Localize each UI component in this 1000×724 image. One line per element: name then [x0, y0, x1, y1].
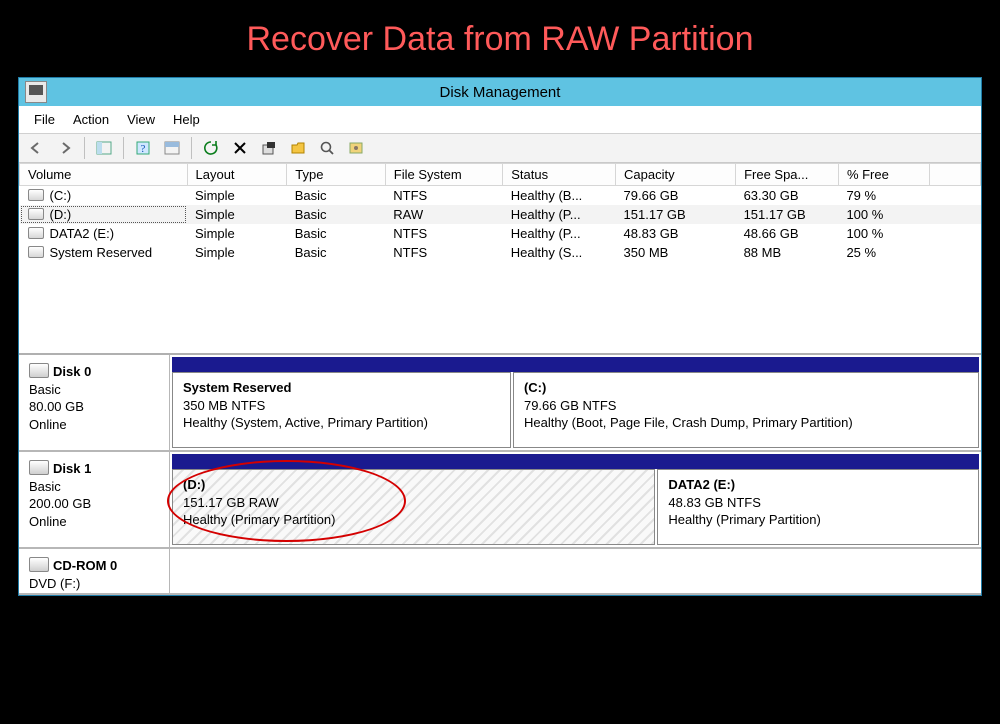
volume-row[interactable]: (C:)SimpleBasicNTFSHealthy (B...79.66 GB… [20, 186, 981, 206]
disk-partitions: System Reserved350 MB NTFSHealthy (Syste… [170, 355, 981, 450]
drive-icon [28, 189, 44, 201]
toolbar: ? [19, 134, 981, 163]
menu-view[interactable]: View [118, 109, 164, 130]
column-header[interactable]: Status [503, 164, 616, 186]
separator [84, 137, 85, 159]
highlight-annotation [167, 460, 406, 542]
volume-row[interactable]: (D:)SimpleBasicRAWHealthy (P...151.17 GB… [20, 205, 981, 224]
refresh-button[interactable] [198, 136, 224, 160]
column-header[interactable]: Layout [187, 164, 287, 186]
help-button[interactable]: ? [130, 136, 156, 160]
disk-management-window: Disk Management File Action View Help ? … [18, 77, 982, 596]
allocation-bar [172, 357, 979, 372]
disk-map-pane[interactable]: Disk 0Basic80.00 GBOnlineSystem Reserved… [19, 355, 981, 595]
column-header[interactable]: Free Spa... [736, 164, 839, 186]
allocation-bar [172, 454, 979, 469]
drive-icon [28, 208, 44, 220]
back-button[interactable] [23, 136, 49, 160]
column-header[interactable]: File System [385, 164, 502, 186]
page-heading: Recover Data from RAW Partition [0, 0, 1000, 77]
disk-header[interactable]: CD-ROM 0DVD (F:) [19, 549, 170, 593]
partition[interactable]: DATA2 (E:)48.83 GB NTFSHealthy (Primary … [657, 469, 979, 545]
partition[interactable]: (D:)151.17 GB RAWHealthy (Primary Partit… [172, 469, 655, 545]
volume-row[interactable]: DATA2 (E:)SimpleBasicNTFSHealthy (P...48… [20, 224, 981, 243]
column-header[interactable]: Volume [20, 164, 188, 186]
search-button[interactable] [314, 136, 340, 160]
menu-bar: File Action View Help [19, 106, 981, 134]
menu-action[interactable]: Action [64, 109, 118, 130]
delete-button[interactable] [227, 136, 253, 160]
column-header[interactable]: Capacity [616, 164, 736, 186]
show-hide-tree-button[interactable] [91, 136, 117, 160]
disk-header[interactable]: Disk 1Basic200.00 GBOnline [19, 452, 170, 547]
settings-button[interactable] [343, 136, 369, 160]
window-titlebar[interactable]: Disk Management [19, 78, 981, 106]
drive-icon [28, 246, 44, 258]
disk-header[interactable]: Disk 0Basic80.00 GBOnline [19, 355, 170, 450]
drive-icon [28, 227, 44, 239]
show-top-button[interactable] [159, 136, 185, 160]
disk-icon [29, 363, 49, 378]
volume-list-pane[interactable]: VolumeLayoutTypeFile SystemStatusCapacit… [19, 163, 981, 355]
disk-partitions [170, 549, 981, 593]
properties-button[interactable] [256, 136, 282, 160]
disk-icon [29, 557, 49, 572]
disk-row: Disk 0Basic80.00 GBOnlineSystem Reserved… [19, 355, 981, 452]
menu-help[interactable]: Help [164, 109, 209, 130]
disk-row: CD-ROM 0DVD (F:) [19, 549, 981, 595]
partition[interactable]: (C:)79.66 GB NTFSHealthy (Boot, Page Fil… [513, 372, 979, 448]
window-title: Disk Management [19, 84, 981, 101]
separator [191, 137, 192, 159]
menu-file[interactable]: File [25, 109, 64, 130]
disk-partitions: (D:)151.17 GB RAWHealthy (Primary Partit… [170, 452, 981, 547]
column-header[interactable]: % Free [838, 164, 929, 186]
partition[interactable]: System Reserved350 MB NTFSHealthy (Syste… [172, 372, 511, 448]
volume-table: VolumeLayoutTypeFile SystemStatusCapacit… [19, 163, 981, 262]
forward-button[interactable] [52, 136, 78, 160]
disk-row: Disk 1Basic200.00 GBOnline(D:)151.17 GB … [19, 452, 981, 549]
disk-icon [29, 460, 49, 475]
column-header[interactable]: Type [287, 164, 386, 186]
volume-row[interactable]: System ReservedSimpleBasicNTFSHealthy (S… [20, 243, 981, 262]
svg-text:?: ? [141, 143, 146, 155]
explore-button[interactable] [285, 136, 311, 160]
separator [123, 137, 124, 159]
